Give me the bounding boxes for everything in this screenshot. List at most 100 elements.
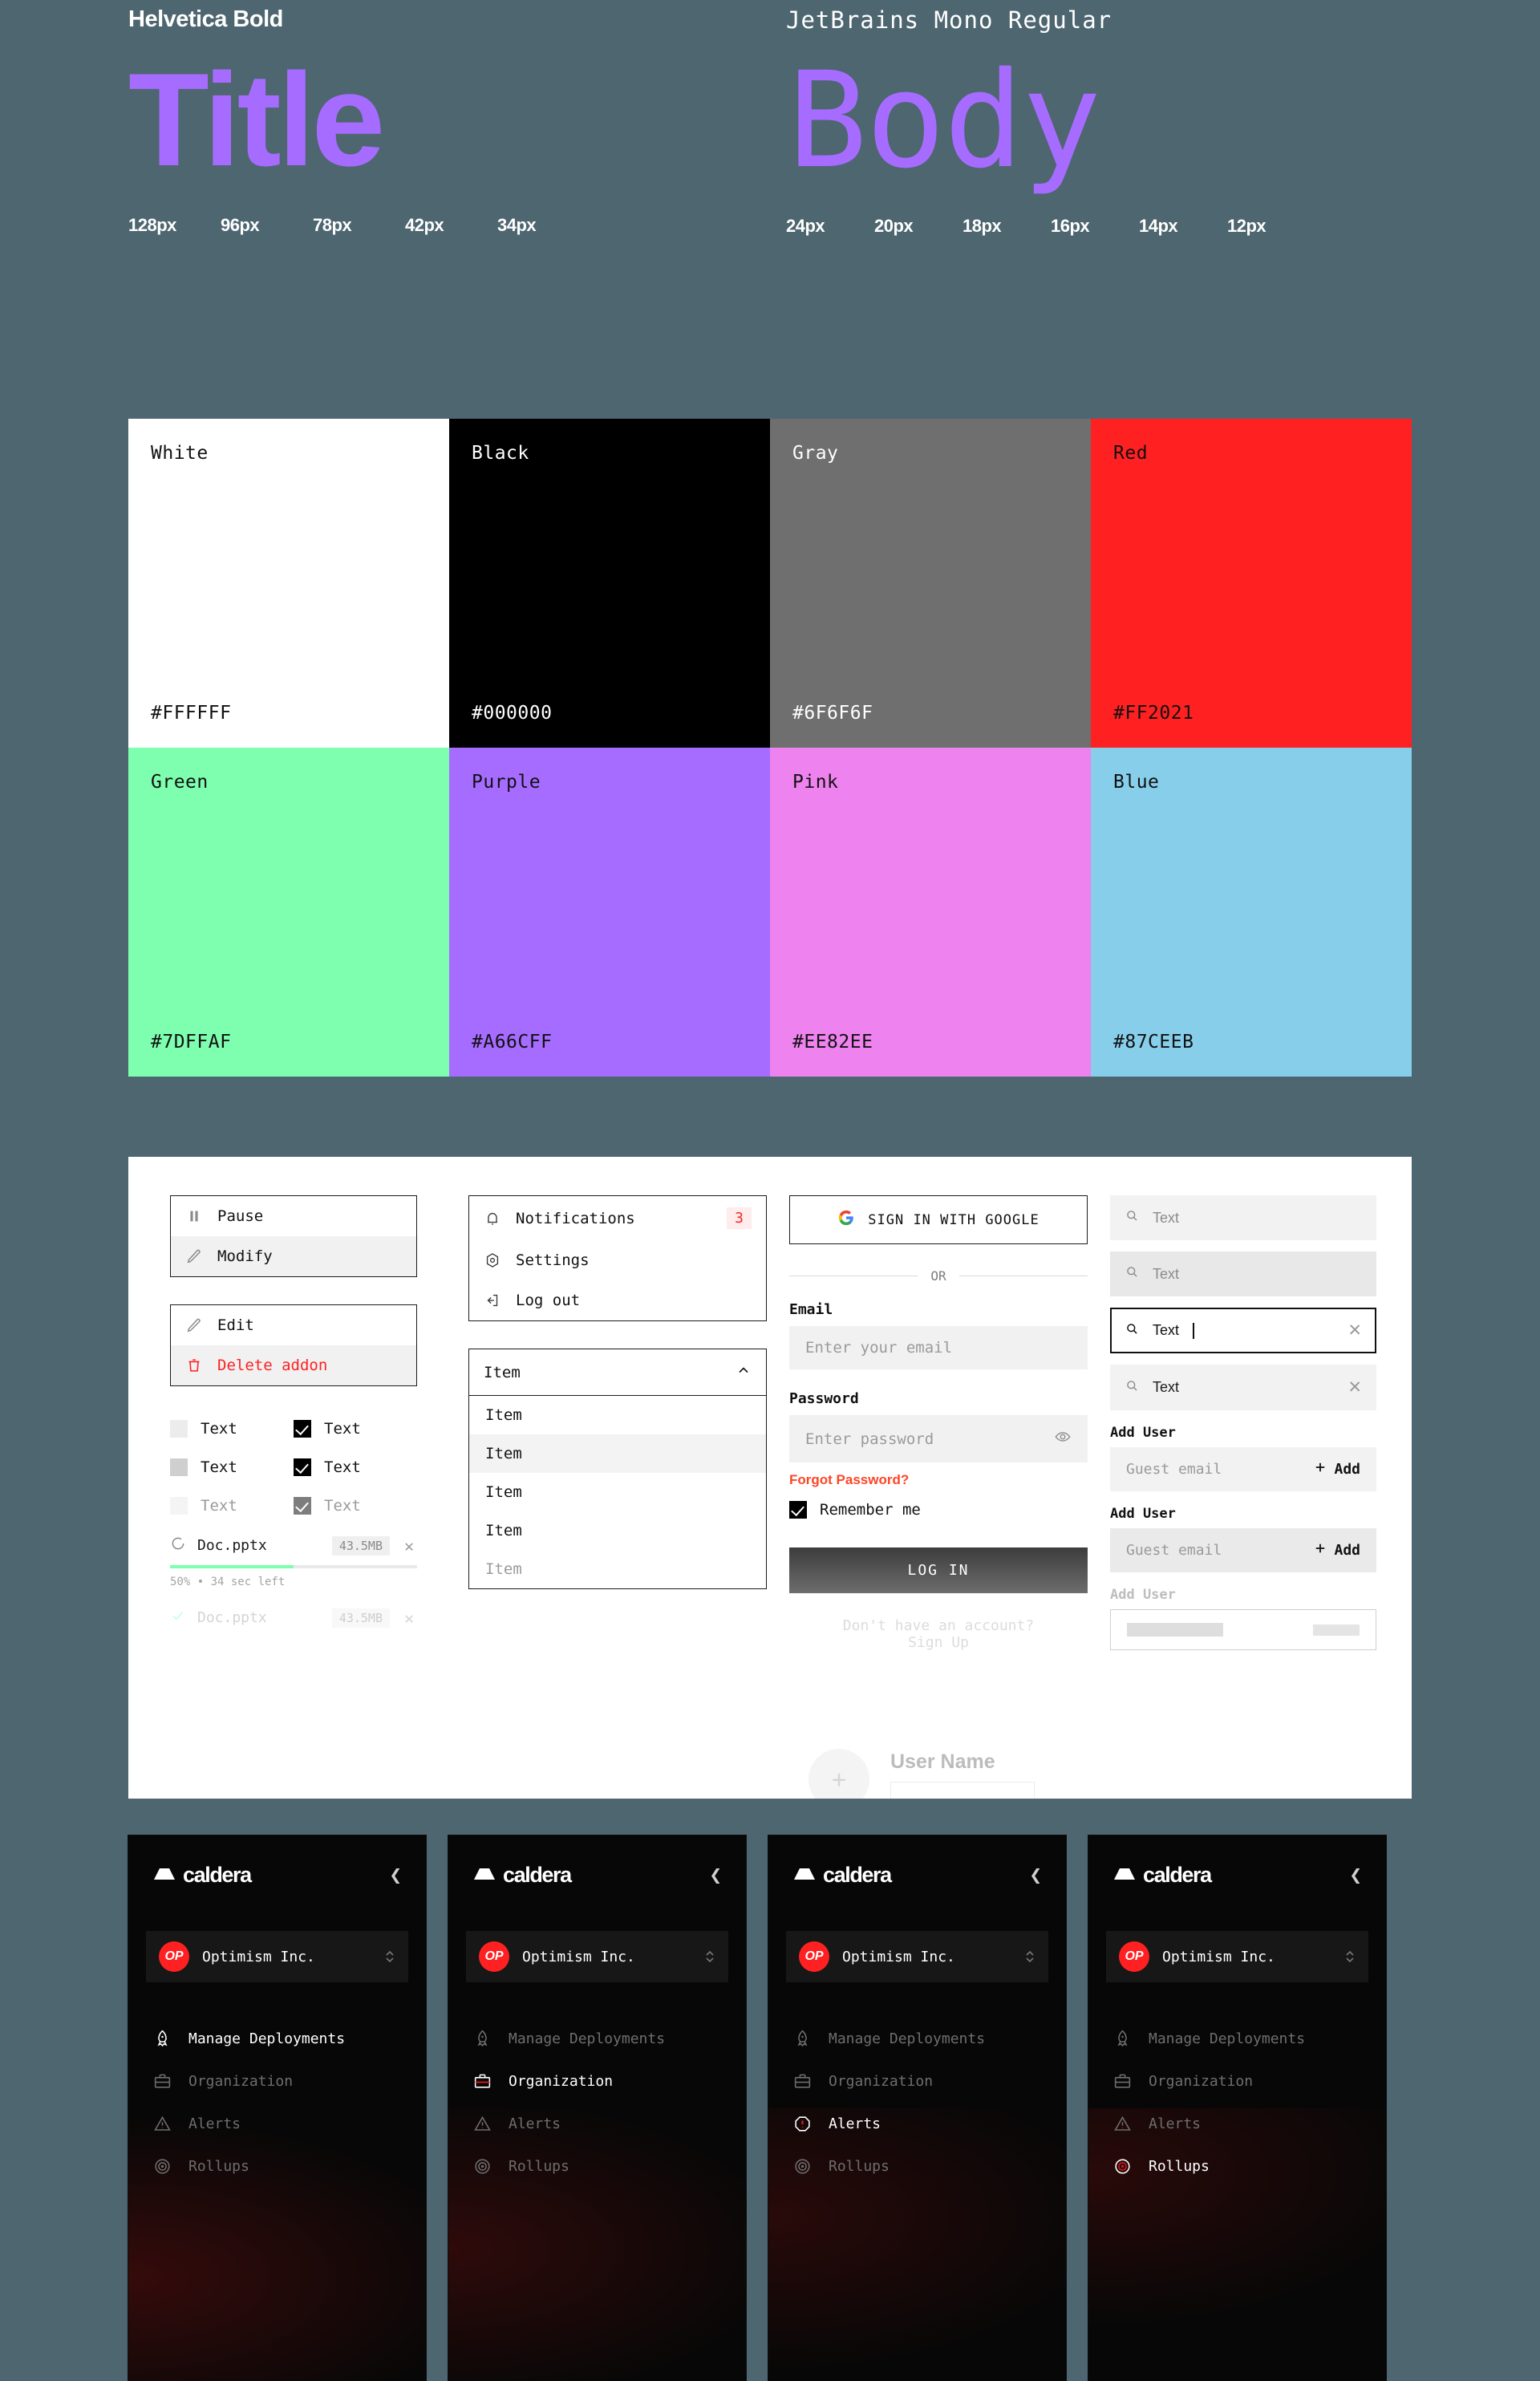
menu-item-settings[interactable]: Settings [469,1240,766,1280]
sidebar-item-organization[interactable]: Organization [768,2060,1066,2103]
sidebar-item-manage-deployments[interactable]: Manage Deployments [448,2018,746,2060]
menu-item-pause[interactable]: Pause [171,1196,416,1236]
remember-me-row[interactable]: Remember me [789,1501,1088,1519]
add-user-field-hover[interactable]: Guest email Add [1110,1528,1376,1572]
org-switcher[interactable]: OP Optimism Inc. [146,1931,408,1982]
email-field[interactable]: Enter your email [789,1326,1088,1369]
color-swatch: Pink #EE82EE [770,748,1091,1077]
org-name: Optimism Inc. [1162,1948,1275,1965]
brand-logo[interactable]: caldera [792,1863,892,1888]
sidebar-item-manage-deployments[interactable]: Manage Deployments [128,2018,426,2060]
menu-item-logout[interactable]: Log out [469,1280,766,1320]
menu-item-notifications[interactable]: Notifications 3 [469,1196,766,1240]
menu-item-delete-addon[interactable]: Delete addon [171,1345,416,1385]
brand-logo[interactable]: caldera [472,1863,572,1888]
color-swatch-hex: #6F6F6F [792,703,873,724]
menu-item-modify[interactable]: Modify [171,1236,416,1276]
warning-triangle-icon [1112,2114,1133,2134]
add-user-button[interactable]: Add [1313,1460,1360,1478]
collapse-sidebar-icon[interactable]: ❮ [1029,1865,1042,1886]
close-icon[interactable]: ✕ [401,1536,417,1556]
sign-in-with-google-button[interactable]: SIGN IN WITH GOOGLE [789,1195,1088,1244]
checkbox-unchecked-rest[interactable]: Text [170,1420,294,1438]
gear-icon [484,1251,501,1269]
sidebar-item-alerts[interactable]: Alerts [768,2103,1066,2145]
close-icon[interactable]: ✕ [401,1608,417,1628]
sidebar-item-alerts[interactable]: Alerts [1088,2103,1386,2145]
checkbox-box[interactable] [294,1458,311,1476]
add-user-button[interactable]: Add [1313,1541,1360,1560]
sidebar-item-alerts[interactable]: Alerts [448,2103,746,2145]
select-option[interactable]: Item [469,1550,766,1588]
select-option[interactable]: Item [469,1511,766,1550]
org-switcher[interactable]: OP Optimism Inc. [786,1931,1048,1982]
select-trigger[interactable]: Item [468,1349,767,1396]
select-option[interactable]: Item [469,1473,766,1511]
sidebar-header: caldera ❮ [448,1835,746,1888]
org-switcher[interactable]: OP Optimism Inc. [1106,1931,1368,1982]
menu-card-account: Notifications 3 Settings Log out [468,1195,767,1321]
body-size-5: 12px [1227,216,1266,236]
color-swatch-name: Green [151,772,209,793]
avatar[interactable]: + [808,1749,869,1799]
search-input-hover[interactable]: Text [1110,1251,1376,1296]
sidebar-item-alerts[interactable]: Alerts [128,2103,426,2145]
checkbox-label: Text [324,1420,361,1438]
checkbox-box[interactable] [170,1420,188,1438]
login-button[interactable]: LOG IN [789,1547,1088,1593]
org-name: Optimism Inc. [842,1948,955,1965]
add-user-label: Add User [1110,1506,1176,1522]
menu-item-edit[interactable]: Edit [171,1305,416,1345]
search-value: Text [1153,1322,1180,1338]
signup-link[interactable]: Sign Up [789,1634,1088,1651]
remember-me-checkbox[interactable] [789,1501,807,1519]
checkbox-box[interactable] [294,1420,311,1438]
collapse-sidebar-icon[interactable]: ❮ [1349,1865,1362,1886]
search-input-rest[interactable]: Text [1110,1195,1376,1240]
clear-icon[interactable]: ✕ [1348,1320,1362,1341]
user-name: User Name [890,1750,995,1773]
checkbox-matrix: Text Text Text Text Text Text [170,1420,417,1515]
sidebar-item-rollups[interactable]: Rollups [128,2145,426,2188]
sidebar-nav-card: caldera ❮ OP Optimism Inc. Manage Deployment… [128,1835,426,2381]
brand-logo[interactable]: caldera [152,1863,252,1888]
select-options[interactable]: Item Item Item Item Item [468,1396,767,1589]
chevron-up-icon [736,1362,752,1382]
color-swatch: Black #000000 [449,419,770,748]
sidebar-item-organization[interactable]: Organization [128,2060,426,2103]
checkbox-unchecked-hover[interactable]: Text [170,1458,294,1476]
select-option[interactable]: Item [469,1434,766,1473]
collapse-sidebar-icon[interactable]: ❮ [709,1865,722,1886]
warning-octagon-icon [792,2114,813,2134]
sidebar-item-manage-deployments[interactable]: Manage Deployments [1088,2018,1386,2060]
search-input-focused[interactable]: Text ✕ [1110,1308,1376,1353]
clear-icon[interactable]: ✕ [1348,1377,1362,1397]
target-icon [152,2156,172,2176]
add-user-field-rest[interactable]: Guest email Add [1110,1447,1376,1491]
org-switcher[interactable]: OP Optimism Inc. [466,1931,728,1982]
select-option[interactable]: Item [469,1396,766,1434]
sidebar-item-rollups[interactable]: Rollups [768,2145,1066,2188]
sidebar-item-organization[interactable]: Organization [1088,2060,1386,2103]
rocket-icon [1112,2029,1133,2049]
sidebar-item-manage-deployments[interactable]: Manage Deployments [768,2018,1066,2060]
search-placeholder: Text [1153,1209,1180,1226]
collapse-sidebar-icon[interactable]: ❮ [389,1865,402,1886]
sidebar-item-label: Organization [188,2073,294,2090]
brand-logo[interactable]: caldera [1112,1863,1212,1888]
or-divider: OR [789,1268,1088,1284]
checkbox-box[interactable] [170,1458,188,1476]
sidebar-item-organization[interactable]: Organization [448,2060,746,2103]
checkbox-checked-rest[interactable]: Text [294,1420,417,1438]
forgot-password-link[interactable]: Forgot Password? [789,1472,1088,1488]
eye-icon[interactable] [1054,1428,1072,1450]
password-field[interactable]: Enter password [789,1415,1088,1462]
search-input-filled[interactable]: Text ✕ [1110,1365,1376,1410]
body-size-3: 16px [1051,216,1090,236]
components-column-menus: Pause Modify Edit Delete addon Text Text… [170,1195,417,1628]
sidebar-item-rollups[interactable]: Rollups [448,2145,746,2188]
sidebar-item-rollups[interactable]: Rollups [1088,2145,1386,2188]
caldera-mark-icon [1112,1866,1137,1885]
checkbox-box [294,1497,311,1515]
checkbox-checked-hover[interactable]: Text [294,1458,417,1476]
